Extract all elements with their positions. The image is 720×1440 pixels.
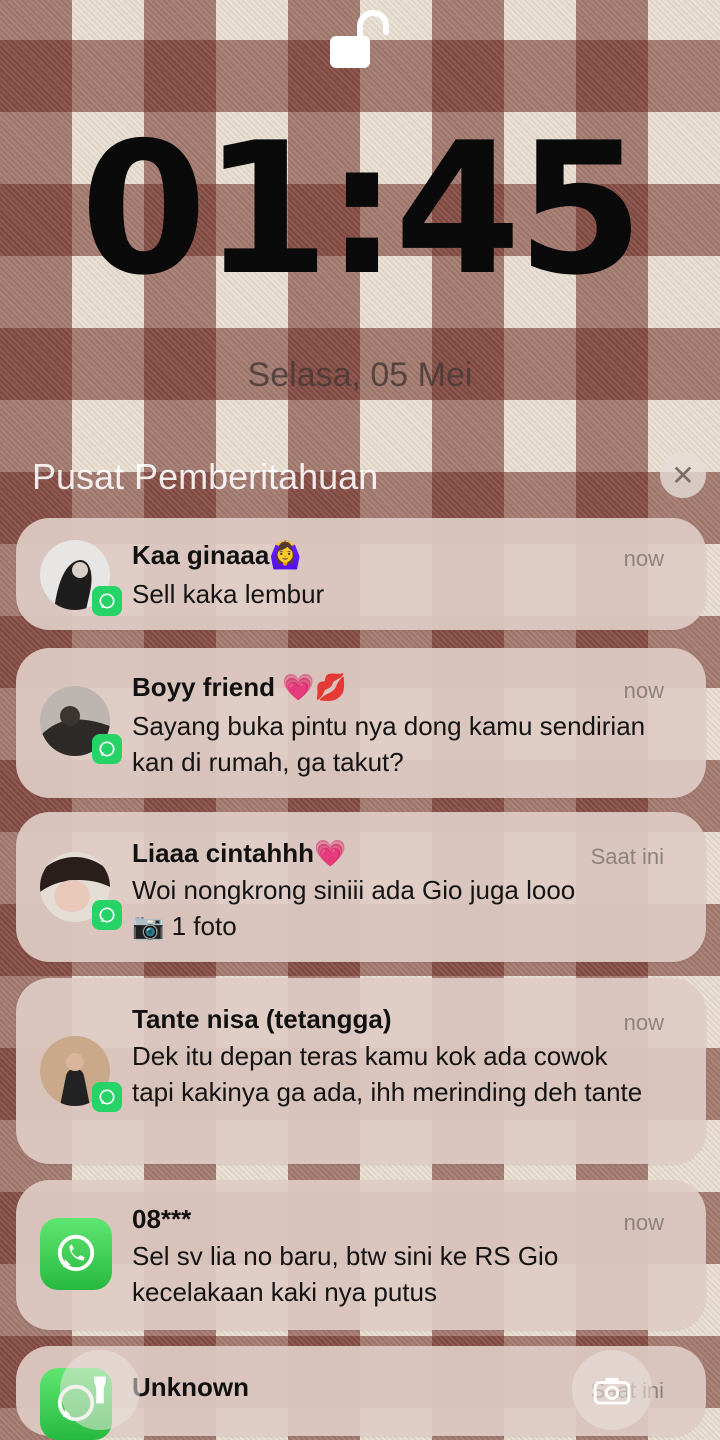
notification-attachment: 📷 1 foto [132,911,237,941]
notification-message: Woi nongkrong siniii ada Gio juga looo [132,875,576,905]
notification-time: now [623,546,664,571]
notification-sender: Kaa ginaaa🙆‍♀️ [132,540,302,570]
notification-sender: 08*** [132,1204,192,1234]
whatsapp-icon [92,900,122,930]
notification-message: Sayang buka pintu nya dong kamu sendiria… [132,711,646,777]
notification-sender: Boyy friend 💗💋 [132,672,347,702]
unlock-icon [328,10,390,70]
notification-card[interactable]: Liaaa cintahhh💗 Saat ini Woi nongkrong s… [16,812,706,962]
camera-icon[interactable] [572,1350,652,1430]
whatsapp-icon [92,586,122,616]
notification-card[interactable]: Boyy friend 💗💋 now Sayang buka pintu nya… [16,648,706,798]
notification-time: now [623,1210,664,1235]
notification-time: now [623,678,664,703]
notification-time: now [623,1010,664,1035]
flashlight-icon[interactable] [60,1350,140,1430]
notification-center-title: Pusat Pemberitahuan [32,456,379,497]
notification-message: Sell kaka lembur [132,579,325,609]
lockscreen-time: 01:45 [80,103,643,315]
notification-card[interactable]: Tante nisa (tetangga) now Dek itu depan … [16,978,706,1164]
close-icon[interactable]: ✕ [660,452,706,498]
whatsapp-icon [92,1082,122,1112]
notification-sender: Tante nisa (tetangga) [132,1004,392,1034]
notification-message: Dek itu depan teras kamu kok ada cowok t… [132,1041,643,1107]
notification-message: Sel sv lia no baru, btw sini ke RS Gio k… [132,1241,559,1307]
whatsapp-icon [40,1218,112,1290]
notification-sender: Unknown [132,1372,249,1402]
notification-card[interactable]: 08*** now Sel sv lia no baru, btw sini k… [16,1180,706,1330]
lockscreen-date: Selasa, 05 Mei [247,356,473,394]
whatsapp-icon [92,734,122,764]
notification-sender: Liaaa cintahhh💗 [132,838,347,868]
notification-time: Saat ini [590,844,664,869]
notification-card[interactable]: Kaa ginaaa🙆‍♀️ now Sell kaka lembur [16,518,706,630]
